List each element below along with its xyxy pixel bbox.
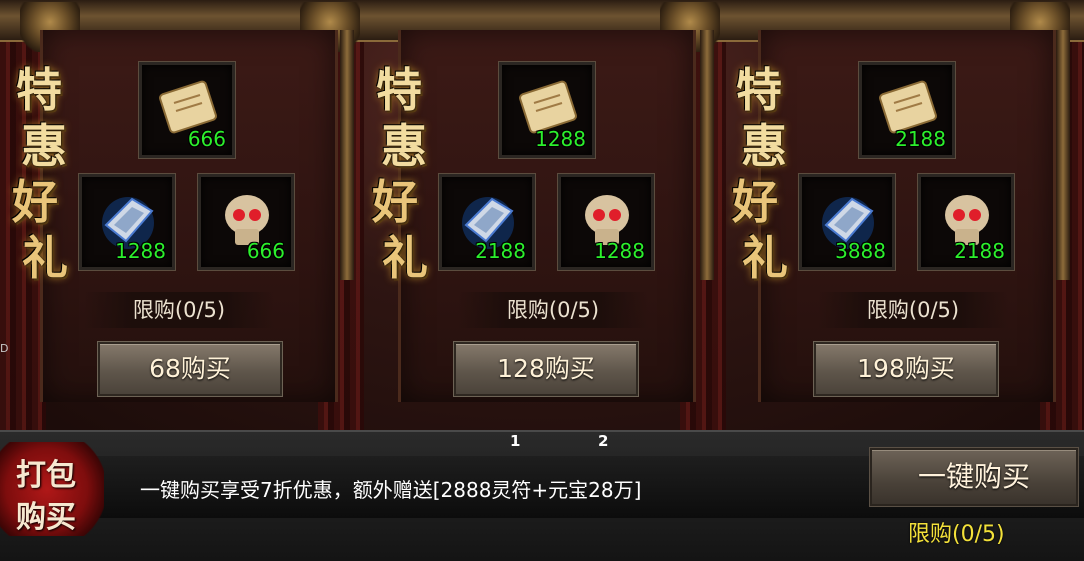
item-count: 666 [246,239,285,263]
pillar [340,30,354,280]
purchase-limit: 限购(0/5) [458,292,648,328]
item-slot[interactable]: 1288 [557,173,655,271]
page-indicator-1[interactable]: 1 [510,432,520,450]
item-count: 2188 [954,239,1005,263]
item-slot[interactable]: 666 [197,173,295,271]
item-slot[interactable]: 2188 [917,173,1015,271]
item-slot[interactable]: 2188 [858,61,956,159]
item-count: 1288 [535,127,586,151]
buy-button[interactable]: 68购买 [98,342,282,396]
pack-calligraphy-title: 特 惠 好 礼 [732,63,788,285]
item-slot[interactable]: 2188 [438,173,536,271]
item-count: 2188 [475,239,526,263]
item-slot[interactable]: 1288 [498,61,596,159]
item-count: 3888 [835,239,886,263]
bundle-purchase-limit: 限购(0/5) [908,522,1005,547]
pack-calligraphy-title: 特 惠 好 礼 [372,63,428,285]
item-count: 1288 [594,239,645,263]
bundle-badge: 打包 购买 [0,442,104,536]
pack-calligraphy-title: 特 惠 好 礼 [12,63,68,285]
item-slot[interactable]: 1288 [78,173,176,271]
page-indicator-2[interactable]: 2 [598,432,608,450]
bundle-promo-text: 一键购买享受7折优惠，额外赠送[2888灵符+元宝28万] [140,478,642,502]
item-slot[interactable]: 666 [138,61,236,159]
bundle-badge-line2: 购买 [16,500,76,535]
item-count: 666 [187,127,226,151]
purchase-limit: 限购(0/5) [84,292,274,328]
purchase-limit: 限购(0/5) [818,292,1008,328]
buy-button[interactable]: 128购买 [454,342,638,396]
item-slot[interactable]: 3888 [798,173,896,271]
item-count: 2188 [895,127,946,151]
bundle-badge-line1: 打包 [16,458,76,493]
item-count: 1288 [115,239,166,263]
one-click-buy-button[interactable]: 一键购买 [870,448,1078,506]
pillar [700,30,714,280]
pillar [1056,30,1070,280]
buy-button[interactable]: 198购买 [814,342,998,396]
side-marker: D [0,342,9,355]
